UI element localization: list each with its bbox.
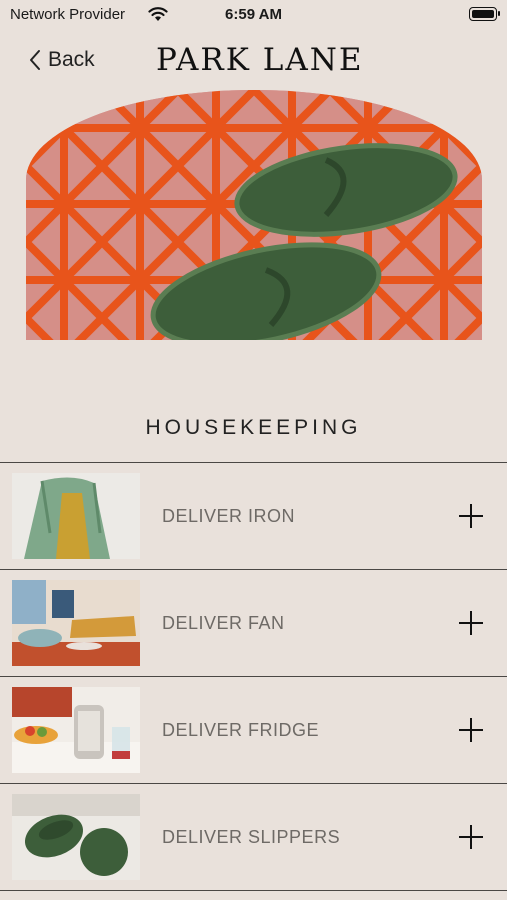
clock: 6:59 AM xyxy=(225,6,282,23)
nav-bar: Back PARK LANE xyxy=(0,38,507,86)
plus-icon[interactable] xyxy=(459,825,483,849)
thumbnail-lounge xyxy=(12,580,140,666)
back-button[interactable]: Back xyxy=(28,48,95,72)
plus-icon[interactable] xyxy=(459,504,483,528)
status-bar: Network Provider 6:59 AM xyxy=(0,0,507,30)
chevron-left-icon xyxy=(30,50,40,70)
thumbnail-slippers xyxy=(12,794,140,880)
plus-icon[interactable] xyxy=(459,611,483,635)
item-label: DELIVER SLIPPERS xyxy=(162,827,341,847)
thumbnail-robe xyxy=(12,473,140,559)
battery-icon xyxy=(469,7,500,21)
hero-image xyxy=(26,90,482,340)
item-label: DELIVER FRIDGE xyxy=(162,720,320,740)
plus-icon[interactable] xyxy=(459,718,483,742)
thumbnail-breakfast xyxy=(12,687,140,773)
service-list: DELIVER IRON DELIVER FAN DELIVER FRIDGE … xyxy=(0,462,507,891)
item-label: DELIVER FAN xyxy=(162,613,285,633)
list-item-deliver-iron[interactable]: DELIVER IRON xyxy=(0,463,507,570)
item-label: DELIVER IRON xyxy=(162,506,296,526)
list-item-deliver-fridge[interactable]: DELIVER FRIDGE xyxy=(0,677,507,784)
list-item-deliver-slippers[interactable]: DELIVER SLIPPERS xyxy=(0,784,507,891)
back-label: Back xyxy=(48,48,95,71)
brand-logo: PARK LANE xyxy=(156,42,364,78)
list-item-deliver-fan[interactable]: DELIVER FAN xyxy=(0,570,507,677)
section-title: HOUSEKEEPING xyxy=(145,416,362,439)
